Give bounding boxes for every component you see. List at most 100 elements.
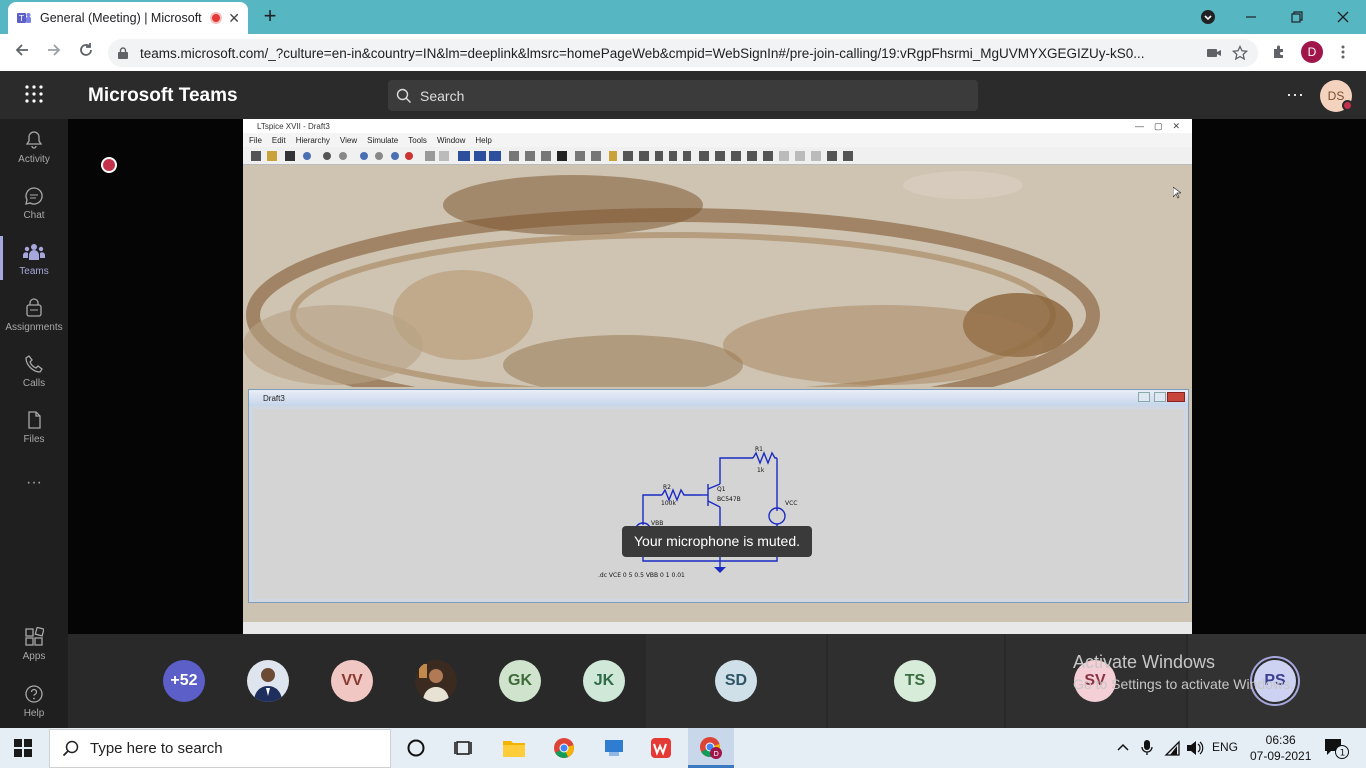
participant-avatar[interactable]: GK bbox=[499, 660, 541, 702]
volume-icon[interactable] bbox=[1186, 740, 1204, 759]
microphone-muted-toast: Your microphone is muted. bbox=[622, 526, 812, 557]
rail-more-button[interactable]: ··· bbox=[0, 474, 68, 492]
microphone-icon[interactable] bbox=[1141, 740, 1153, 759]
activate-windows-watermark: Activate Windows Go to Settings to activ… bbox=[1073, 652, 1294, 692]
ltspice-window-controls-icon: — ▢ ✕ bbox=[1134, 120, 1180, 131]
camera-in-use-icon[interactable] bbox=[1206, 45, 1222, 61]
task-view-icon[interactable] bbox=[447, 732, 479, 764]
recording-icon bbox=[101, 157, 117, 173]
new-tab-button[interactable]: + bbox=[258, 4, 282, 28]
wifi-icon[interactable] bbox=[1163, 740, 1181, 759]
presence-status-icon bbox=[1342, 100, 1353, 111]
desktop-app-icon[interactable] bbox=[598, 732, 630, 764]
browser-tab[interactable]: T General (Meeting) | Microsoft ✕ bbox=[8, 2, 248, 34]
ltspice-menubar: File Edit Hierarchy View Simulate Tools … bbox=[243, 133, 1192, 147]
tab-title: General (Meeting) | Microsoft bbox=[40, 11, 202, 25]
watermark-line-1: Activate Windows bbox=[1073, 652, 1216, 672]
svg-text:T: T bbox=[18, 14, 24, 23]
system-clock[interactable]: 06:36 07-09-2021 bbox=[1250, 732, 1311, 764]
ltspice-menu-hierarchy: Hierarchy bbox=[295, 135, 330, 145]
recording-indicator-icon bbox=[210, 12, 223, 24]
bell-icon bbox=[25, 131, 43, 149]
rail-label-assignments: Assignments bbox=[5, 322, 63, 333]
restore-window-icon[interactable] bbox=[1285, 5, 1309, 29]
r2-value: 100k bbox=[661, 500, 676, 507]
ltspice-window-title: LTspice XVII - Draft3 bbox=[257, 121, 330, 131]
search-input[interactable]: Search bbox=[388, 80, 978, 111]
search-placeholder: Search bbox=[420, 87, 465, 104]
tab-search-icon[interactable] bbox=[1196, 5, 1220, 29]
rail-label-teams: Teams bbox=[19, 266, 49, 277]
schematic-canvas: R1 1k R2 100k Q1 BC547B VCC VBB .dc VCE … bbox=[253, 409, 1184, 599]
participant-avatar[interactable]: VV bbox=[331, 660, 373, 702]
url-text: teams.microsoft.com/_?culture=en-in&coun… bbox=[140, 45, 1145, 61]
ltspice-toolbar-icons bbox=[251, 151, 853, 161]
rail-item-assignments[interactable]: Assignments bbox=[0, 298, 68, 333]
mouse-cursor-icon bbox=[1173, 187, 1181, 199]
chrome-icon[interactable] bbox=[548, 732, 580, 764]
participant-avatar[interactable]: JK bbox=[583, 660, 625, 702]
forward-arrow-icon[interactable] bbox=[42, 42, 66, 63]
participant-avatar[interactable]: TS bbox=[894, 660, 936, 702]
search-icon bbox=[62, 740, 79, 756]
rail-item-chat[interactable]: Chat bbox=[0, 186, 68, 221]
rail-item-teams[interactable]: Teams bbox=[0, 242, 68, 277]
show-hidden-icons-icon[interactable] bbox=[1116, 740, 1130, 757]
participant-photo-avatar[interactable] bbox=[247, 660, 289, 702]
rail-item-files[interactable]: Files bbox=[0, 410, 68, 445]
r1-label: R1 bbox=[755, 446, 763, 453]
cortana-icon[interactable] bbox=[400, 732, 432, 764]
watermark-line-2: Go to Settings to activate Windows. bbox=[1073, 676, 1294, 692]
teams-favicon-icon: T bbox=[17, 13, 31, 23]
chrome-profile-icon[interactable]: D bbox=[695, 732, 727, 764]
file-explorer-icon[interactable] bbox=[498, 732, 530, 764]
browser-profile-avatar[interactable]: D bbox=[1301, 41, 1323, 63]
participant-photo-avatar[interactable] bbox=[415, 660, 457, 702]
participant-avatar[interactable]: SD bbox=[715, 660, 757, 702]
reload-icon[interactable] bbox=[74, 42, 98, 63]
more-options-button[interactable]: ··· bbox=[1286, 84, 1304, 105]
extensions-puzzle-icon[interactable] bbox=[1271, 44, 1287, 65]
assignments-icon bbox=[26, 298, 42, 317]
rail-label-activity: Activity bbox=[18, 154, 50, 165]
tab-close-icon[interactable]: ✕ bbox=[228, 10, 240, 27]
svg-text:D: D bbox=[714, 750, 719, 758]
taskbar-search-input[interactable]: Type here to search bbox=[49, 729, 391, 768]
help-icon bbox=[25, 685, 43, 703]
rail-item-apps[interactable]: Apps bbox=[0, 627, 68, 662]
vcc-label: VCC bbox=[785, 500, 797, 507]
input-language[interactable]: ENG bbox=[1212, 740, 1238, 754]
ltspice-toolbar bbox=[243, 147, 1192, 165]
rail-label-files: Files bbox=[23, 434, 45, 445]
rail-item-activity[interactable]: Activity bbox=[0, 130, 68, 165]
ltspice-menu-help: Help bbox=[475, 135, 492, 145]
app-launcher-waffle-icon[interactable] bbox=[24, 84, 44, 104]
ltspice-menu-tools: Tools bbox=[408, 135, 427, 145]
action-center-icon[interactable]: 1 bbox=[1324, 738, 1350, 765]
chat-icon bbox=[25, 187, 43, 205]
back-arrow-icon[interactable] bbox=[10, 42, 34, 63]
ltspice-menu-simulate: Simulate bbox=[367, 135, 399, 145]
rail-item-calls[interactable]: Calls bbox=[0, 354, 68, 389]
spice-directive: .dc VCE 0 5 0.5 VBB 0 1 0.01 bbox=[598, 572, 685, 579]
search-icon bbox=[396, 88, 411, 103]
rail-label-chat: Chat bbox=[23, 210, 45, 221]
overflow-participants-button[interactable]: +52 bbox=[163, 660, 205, 702]
windows-start-icon[interactable] bbox=[14, 739, 32, 762]
lock-icon bbox=[118, 47, 128, 59]
ltspice-menu-edit: Edit bbox=[271, 135, 286, 145]
wps-office-icon[interactable] bbox=[645, 732, 677, 764]
draft3-title: Draft3 bbox=[263, 393, 285, 403]
ltspice-titlebar: LTspice XVII - Draft3 — ▢ ✕ bbox=[243, 119, 1192, 133]
file-icon bbox=[28, 411, 41, 429]
shared-screen-bottom bbox=[243, 622, 1192, 634]
circuit-schematic: R1 1k R2 100k Q1 BC547B VCC VBB .dc VCE … bbox=[598, 446, 797, 579]
close-window-icon[interactable] bbox=[1331, 5, 1355, 29]
phone-icon bbox=[25, 355, 43, 373]
minimize-window-icon[interactable] bbox=[1239, 5, 1263, 29]
browser-menu-icon[interactable] bbox=[1340, 44, 1346, 65]
rail-label-calls: Calls bbox=[22, 378, 46, 389]
address-bar[interactable]: teams.microsoft.com/_?culture=en-in&coun… bbox=[108, 39, 1258, 67]
bookmark-star-icon[interactable] bbox=[1232, 45, 1248, 61]
rail-item-help[interactable]: Help bbox=[0, 684, 68, 719]
